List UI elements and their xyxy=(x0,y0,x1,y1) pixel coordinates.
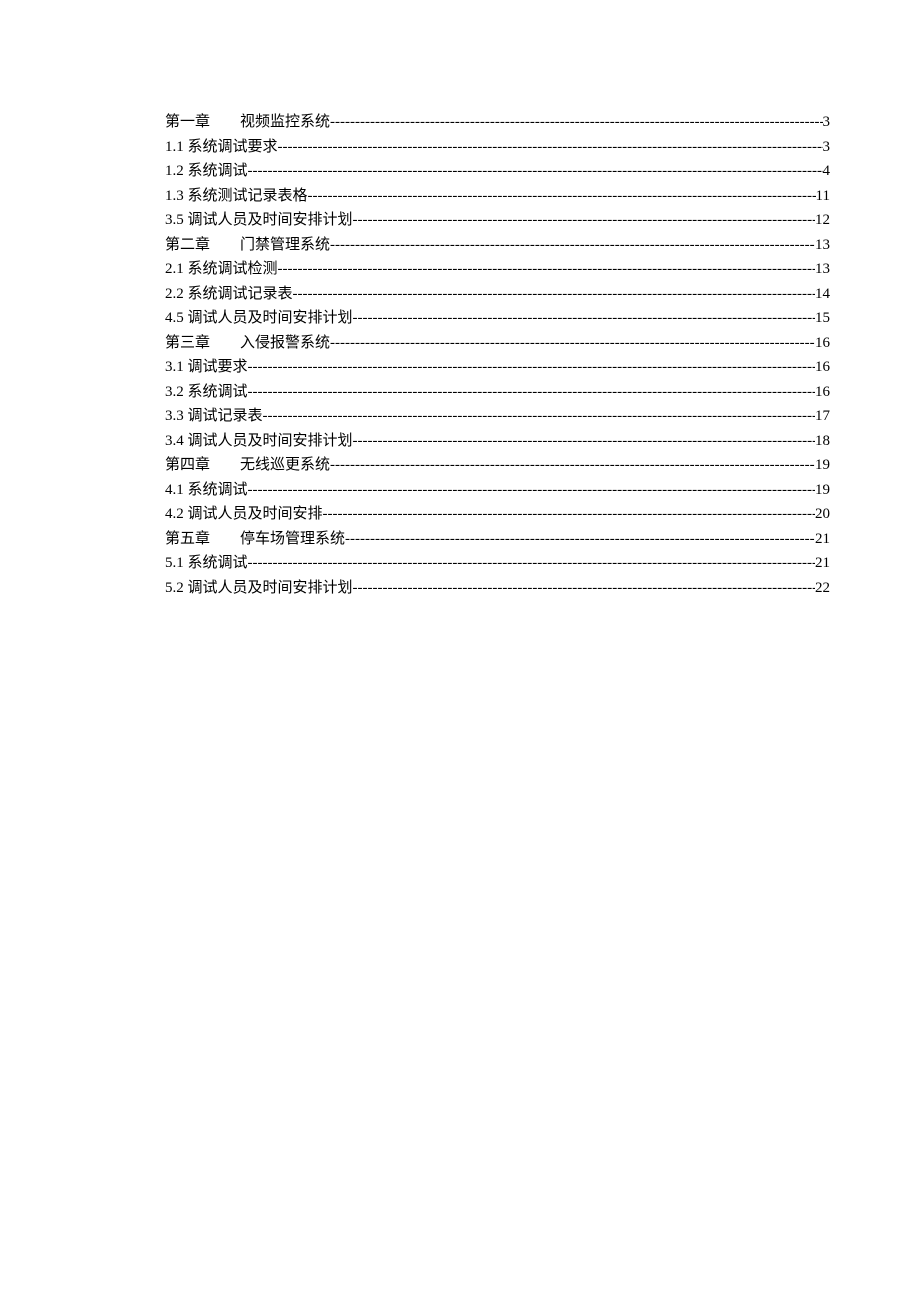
toc-entry: 3.2 系统调试 16 xyxy=(165,380,830,405)
toc-page-number: 20 xyxy=(815,502,830,527)
toc-page-number: 13 xyxy=(815,257,830,282)
toc-label: 3.5 调试人员及时间安排计划 xyxy=(165,208,353,233)
toc-page-number: 21 xyxy=(815,551,830,576)
toc-label: 5.2 调试人员及时间安排计划 xyxy=(165,576,353,601)
toc-page-number: 14 xyxy=(815,282,830,307)
toc-label: 3.1 调试要求 xyxy=(165,355,248,380)
toc-page-number: 12 xyxy=(815,208,830,233)
toc-label: 第三章入侵报警系统 xyxy=(165,331,330,356)
toc-entry: 4.1 系统调试 19 xyxy=(165,478,830,503)
toc-entry: 1.2 系统调试 4 xyxy=(165,159,830,184)
toc-page-number: 19 xyxy=(815,453,830,478)
toc-page-number: 13 xyxy=(815,233,830,258)
toc-entry: 4.2 调试人员及时间安排 20 xyxy=(165,502,830,527)
toc-leader-dots xyxy=(323,502,815,527)
toc-entry: 1.3 系统测试记录表格 11 xyxy=(165,184,830,209)
toc-entry: 2.1 系统调试检测 13 xyxy=(165,257,830,282)
toc-page-number: 11 xyxy=(816,184,830,209)
toc-page-number: 22 xyxy=(815,576,830,601)
toc-entry: 3.4 调试人员及时间安排计划 18 xyxy=(165,429,830,454)
toc-leader-dots xyxy=(330,110,822,135)
toc-page-number: 3 xyxy=(823,135,831,160)
toc-leader-dots xyxy=(330,453,815,478)
toc-leader-dots xyxy=(248,380,815,405)
toc-label: 2.2 系统调试记录表 xyxy=(165,282,293,307)
toc-entry: 第四章无线巡更系统 19 xyxy=(165,453,830,478)
toc-leader-dots xyxy=(353,429,815,454)
toc-label: 1.2 系统调试 xyxy=(165,159,248,184)
toc-page-number: 16 xyxy=(815,380,830,405)
toc-label: 5.1 系统调试 xyxy=(165,551,248,576)
toc-entry: 2.2 系统调试记录表 14 xyxy=(165,282,830,307)
toc-page-number: 16 xyxy=(815,355,830,380)
toc-label: 4.5 调试人员及时间安排计划 xyxy=(165,306,353,331)
toc-leader-dots xyxy=(278,135,823,160)
toc-leader-dots xyxy=(248,355,815,380)
toc-page-number: 3 xyxy=(823,110,831,135)
toc-leader-dots xyxy=(330,331,815,356)
toc-entry: 第五章停车场管理系统 21 xyxy=(165,527,830,552)
toc-label: 4.2 调试人员及时间安排 xyxy=(165,502,323,527)
toc-page-number: 17 xyxy=(815,404,830,429)
toc-label: 第一章视频监控系统 xyxy=(165,110,330,135)
toc-leader-dots xyxy=(248,551,815,576)
toc-entry: 3.1 调试要求 16 xyxy=(165,355,830,380)
toc-label: 2.1 系统调试检测 xyxy=(165,257,278,282)
toc-label: 3.2 系统调试 xyxy=(165,380,248,405)
toc-label: 4.1 系统调试 xyxy=(165,478,248,503)
toc-entry: 第二章门禁管理系统 13 xyxy=(165,233,830,258)
toc-page-number: 21 xyxy=(815,527,830,552)
toc-label: 3.3 调试记录表 xyxy=(165,404,263,429)
toc-label: 3.4 调试人员及时间安排计划 xyxy=(165,429,353,454)
toc-title: 无线巡更系统 xyxy=(240,457,330,473)
toc-entry: 5.1 系统调试 21 xyxy=(165,551,830,576)
toc-title: 视频监控系统 xyxy=(240,114,330,130)
toc-leader-dots xyxy=(248,159,823,184)
toc-title: 门禁管理系统 xyxy=(240,237,330,253)
toc-leader-dots xyxy=(248,478,815,503)
toc-leader-dots xyxy=(345,527,815,552)
toc-leader-dots xyxy=(263,404,815,429)
toc-page-number: 18 xyxy=(815,429,830,454)
toc-label: 第二章门禁管理系统 xyxy=(165,233,330,258)
toc-leader-dots xyxy=(353,576,815,601)
toc-label: 第五章停车场管理系统 xyxy=(165,527,345,552)
toc-leader-dots xyxy=(353,208,815,233)
toc-entry: 3.3 调试记录表 17 xyxy=(165,404,830,429)
toc-leader-dots xyxy=(353,306,815,331)
toc-label: 1.3 系统测试记录表格 xyxy=(165,184,308,209)
toc-entry: 1.1 系统调试要求 3 xyxy=(165,135,830,160)
toc-page-number: 4 xyxy=(823,159,831,184)
toc-page-number: 16 xyxy=(815,331,830,356)
toc-leader-dots xyxy=(278,257,815,282)
toc-label: 1.1 系统调试要求 xyxy=(165,135,278,160)
toc-entry: 第一章视频监控系统 3 xyxy=(165,110,830,135)
toc-title: 停车场管理系统 xyxy=(240,531,345,547)
toc-leader-dots xyxy=(330,233,815,258)
toc-leader-dots xyxy=(308,184,816,209)
toc-label: 第四章无线巡更系统 xyxy=(165,453,330,478)
table-of-contents: 第一章视频监控系统31.1 系统调试要求 31.2 系统调试 41.3 系统测试… xyxy=(165,110,830,600)
toc-title: 入侵报警系统 xyxy=(240,335,330,351)
toc-leader-dots xyxy=(293,282,815,307)
toc-page-number: 15 xyxy=(815,306,830,331)
toc-page-number: 19 xyxy=(815,478,830,503)
toc-entry: 4.5 调试人员及时间安排计划 15 xyxy=(165,306,830,331)
toc-entry: 3.5 调试人员及时间安排计划 12 xyxy=(165,208,830,233)
toc-entry: 5.2 调试人员及时间安排计划 22 xyxy=(165,576,830,601)
toc-entry: 第三章入侵报警系统 16 xyxy=(165,331,830,356)
